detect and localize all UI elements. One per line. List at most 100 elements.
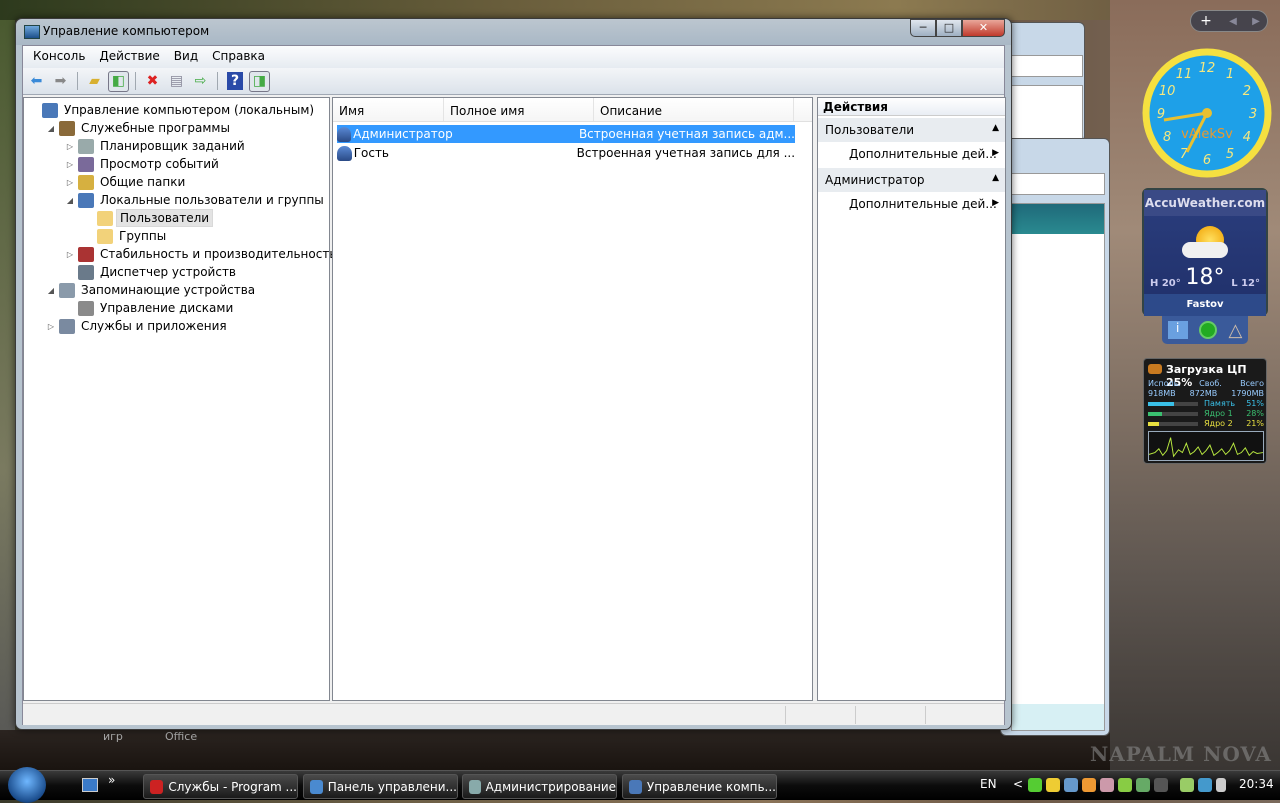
next-icon[interactable]: ▶ bbox=[1245, 16, 1267, 27]
tree-node[interactable]: Диспетчер устройств bbox=[64, 263, 239, 281]
help-icon[interactable]: ? bbox=[227, 72, 243, 90]
title-bar[interactable]: Управление компьютером ─ □ ✕ bbox=[16, 19, 1011, 46]
back-icon[interactable]: ⬅ bbox=[26, 71, 47, 92]
show-hide-action-pane-icon[interactable]: ◨ bbox=[249, 70, 270, 92]
group-label: Пользователи bbox=[825, 123, 915, 137]
maximize-button[interactable]: □ bbox=[936, 19, 962, 37]
node-icon bbox=[97, 228, 113, 244]
tree-node[interactable]: ◢ Локальные пользователи и группы bbox=[64, 191, 327, 209]
tree-node[interactable]: Пользователи bbox=[83, 209, 214, 227]
tree-node[interactable]: ▷ Планировщик заданий bbox=[64, 137, 248, 155]
tray-app-icon[interactable] bbox=[1136, 778, 1150, 792]
cell-name: Администратор bbox=[353, 127, 453, 141]
menu-action[interactable]: Действие bbox=[92, 46, 166, 68]
info-icon[interactable]: i bbox=[1167, 321, 1188, 339]
tree-node-label: Группы bbox=[119, 229, 167, 243]
tree-node-label: Локальные пользователи и группы bbox=[100, 193, 324, 207]
clock-gadget[interactable]: 1110987 6 5432112vAlekSv bbox=[1142, 48, 1272, 178]
expander-icon[interactable]: ▷ bbox=[45, 322, 57, 331]
collapse-icon[interactable]: ▲ bbox=[992, 123, 999, 133]
column-header-name[interactable]: Имя bbox=[333, 98, 444, 121]
tree-node[interactable]: Управление компьютером (локальным) bbox=[28, 101, 317, 119]
taskbar-button[interactable]: Администрирование bbox=[462, 774, 617, 799]
expander-icon[interactable]: ▷ bbox=[64, 250, 76, 259]
volume-icon[interactable] bbox=[1216, 778, 1226, 792]
tray-app-icon[interactable] bbox=[1100, 778, 1114, 792]
network-icon[interactable] bbox=[1198, 778, 1212, 792]
close-button[interactable]: ✕ bbox=[962, 19, 1005, 37]
computer-management-window: Управление компьютером ─ □ ✕ Консоль Дей… bbox=[15, 18, 1012, 730]
menu-help[interactable]: Справка bbox=[205, 46, 272, 68]
background-search[interactable] bbox=[1011, 173, 1105, 195]
tree-node[interactable]: ◢ Запоминающие устройства bbox=[45, 281, 258, 299]
actions-group-users[interactable]: Пользователи ▲ bbox=[818, 118, 1005, 142]
collapse-icon[interactable]: ▲ bbox=[992, 173, 999, 183]
submenu-arrow-icon: ▶ bbox=[992, 148, 999, 158]
quick-launch-chevron[interactable]: » bbox=[108, 773, 115, 787]
node-icon bbox=[78, 300, 94, 316]
tray-app-icon[interactable] bbox=[1118, 778, 1132, 792]
tray-app-icon[interactable] bbox=[1154, 778, 1168, 792]
show-desktop-icon[interactable] bbox=[82, 778, 98, 792]
tree-node[interactable]: Управление дисками bbox=[64, 299, 236, 317]
total-value: 1790MB bbox=[1231, 389, 1264, 398]
tree-node[interactable]: ▷ Службы и приложения bbox=[45, 317, 230, 335]
action-more-actions[interactable]: Дополнительные дей... ▶ bbox=[818, 192, 1005, 216]
background-search[interactable] bbox=[1011, 55, 1083, 77]
column-header-full-name[interactable]: Полное имя bbox=[444, 98, 594, 121]
add-gadget-icon[interactable]: + bbox=[1191, 13, 1221, 29]
cpu-meter-gadget[interactable]: Загрузка ЦП 25% Исполь. Своб. Всего 918MB 8… bbox=[1143, 358, 1267, 464]
export-list-icon[interactable]: ⇨ bbox=[190, 71, 211, 92]
expander-icon[interactable]: ◢ bbox=[64, 196, 76, 205]
tray-app-icon[interactable] bbox=[1064, 778, 1078, 792]
start-button[interactable] bbox=[8, 767, 46, 803]
actions-group-administrator[interactable]: Администратор ▲ bbox=[818, 168, 1005, 192]
expander-icon[interactable]: ▷ bbox=[64, 178, 76, 187]
desktop-background-bottom: игр Office bbox=[0, 730, 1110, 770]
show-hidden-icons[interactable]: < bbox=[1013, 777, 1023, 791]
expander-icon[interactable]: ▷ bbox=[64, 142, 76, 151]
background-window[interactable] bbox=[1000, 22, 1085, 142]
taskbar-button[interactable]: Службы - Program ... bbox=[143, 774, 298, 799]
table-row[interactable]: Администратор Встроенная учетная запись а… bbox=[337, 125, 795, 143]
tray-app-icon[interactable] bbox=[1028, 778, 1042, 792]
column-header-description[interactable]: Описание bbox=[594, 98, 794, 121]
tree-node[interactable]: ▷ Общие папки bbox=[64, 173, 188, 191]
users-list: Имя Полное имя Описание Администратор Вст… bbox=[332, 97, 813, 701]
show-hide-tree-icon[interactable]: ◧ bbox=[108, 70, 129, 92]
action-more-actions[interactable]: Дополнительные дей... ▶ bbox=[818, 142, 1005, 166]
tree-node[interactable]: ◢ Служебные программы bbox=[45, 119, 233, 137]
tree-node[interactable]: ▷ Стабильность и производительность bbox=[64, 245, 339, 263]
clock-number: 9 bbox=[1157, 107, 1165, 122]
triangle-icon[interactable]: △ bbox=[1228, 320, 1242, 341]
tray-app-icon[interactable] bbox=[1046, 778, 1060, 792]
node-icon bbox=[78, 174, 94, 190]
taskbar-button[interactable]: Управление компь... bbox=[622, 774, 777, 799]
globe-icon[interactable] bbox=[1199, 321, 1218, 339]
background-content bbox=[1011, 203, 1105, 731]
expander-icon[interactable]: ◢ bbox=[45, 124, 57, 133]
taskbar-button[interactable]: Панель управлени... bbox=[303, 774, 458, 799]
delete-icon[interactable]: ✖ bbox=[142, 71, 163, 92]
background-window[interactable] bbox=[1000, 138, 1110, 736]
menu-view[interactable]: Вид bbox=[167, 46, 205, 68]
tray-app-icon[interactable] bbox=[1082, 778, 1096, 792]
language-indicator[interactable]: EN bbox=[980, 777, 997, 791]
properties-icon[interactable]: ▤ bbox=[166, 71, 187, 92]
minimize-button[interactable]: ─ bbox=[910, 19, 936, 37]
power-icon[interactable] bbox=[1180, 778, 1194, 792]
tree-node[interactable]: Группы bbox=[83, 227, 169, 245]
usage-bar bbox=[1148, 402, 1198, 406]
up-folder-icon[interactable]: ▰ bbox=[84, 71, 105, 92]
expander-icon[interactable]: ▷ bbox=[64, 160, 76, 169]
actions-pane: Действия Пользователи ▲ Дополнительные де… bbox=[817, 97, 1006, 701]
previous-icon[interactable]: ◀ bbox=[1221, 16, 1245, 27]
forward-icon[interactable]: ➡ bbox=[50, 71, 71, 92]
taskbar-button-label: Панель управлени... bbox=[327, 779, 457, 794]
table-row[interactable]: Гость Встроенная учетная запись для ... bbox=[337, 144, 795, 162]
weather-gadget[interactable]: AccuWeather.com H 20° 18° L 12° Fastov bbox=[1142, 188, 1268, 316]
menu-console[interactable]: Консоль bbox=[26, 46, 92, 68]
tree-node[interactable]: ▷ Просмотр событий bbox=[64, 155, 222, 173]
expander-icon[interactable]: ◢ bbox=[45, 286, 57, 295]
taskbar-clock[interactable]: 20:34 bbox=[1239, 777, 1274, 791]
